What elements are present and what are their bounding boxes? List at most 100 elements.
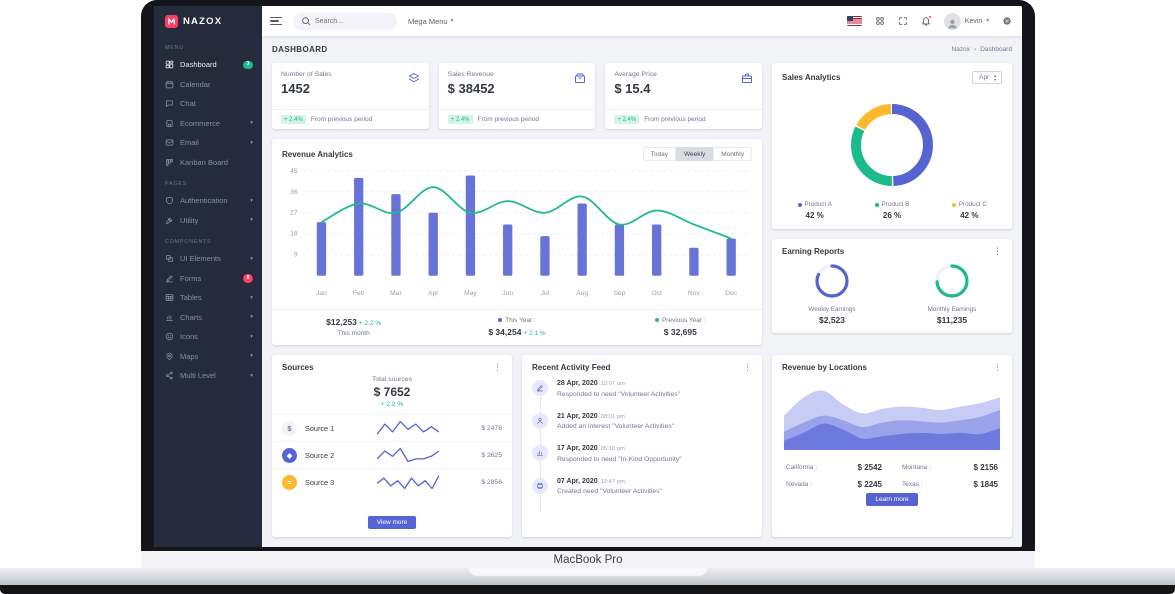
kebab-menu-icon[interactable]: ⋮: [993, 363, 1002, 372]
sidebar-item-label: Maps: [180, 352, 244, 361]
calendar-icon: [165, 80, 174, 89]
source-label: Source 2: [305, 451, 349, 460]
sidebar-item-label: Icons: [180, 332, 244, 341]
sidebar-item-email[interactable]: Email▾: [154, 133, 262, 153]
revenue-footer-stat: Previous Year :$ 32,695: [599, 317, 762, 337]
month-select[interactable]: Apr ▲▼: [972, 71, 1002, 84]
learn-more-button[interactable]: Learn more: [866, 493, 917, 506]
location-stat-montana-: Montana :$ 2156: [902, 463, 998, 472]
svg-text:18: 18: [290, 231, 298, 238]
source-3-icon: ≈: [282, 475, 297, 490]
mega-menu-label: Mega Menu: [408, 17, 448, 26]
sidebar-item-utility[interactable]: Utility▾: [154, 211, 262, 231]
view-more-button[interactable]: View more: [368, 516, 417, 529]
icons-icon: [165, 332, 174, 341]
mega-menu[interactable]: Mega Menu ▾: [408, 17, 453, 26]
laptop-base-edge: [0, 585, 1175, 594]
chevron-down-icon: ▾: [250, 217, 253, 223]
macbook-mockup: NAZOX MENUDashboard3Calendar Chat Ecommerc…: [141, 0, 1035, 568]
earning-label: Weekly Earnings: [772, 306, 892, 313]
sidebar-item-charts[interactable]: Charts▾: [154, 308, 262, 328]
device-label: MacBook Pro: [553, 554, 622, 566]
dashboard-content: Number of Sales1452+ 2.4%From previous p…: [262, 63, 1022, 547]
sidebar-item-dashboard[interactable]: Dashboard3: [154, 55, 262, 75]
location-stat-texas-: Texas :$ 1845: [902, 480, 998, 489]
legend-item-product-a: Product A42 %: [776, 201, 853, 220]
sidebar-item-label: Kanban Board: [180, 158, 253, 167]
svg-text:9: 9: [294, 252, 298, 259]
apps-grid-icon[interactable]: [875, 16, 885, 26]
nav-section-label: MENU: [154, 36, 262, 55]
gear-icon[interactable]: [1002, 16, 1012, 26]
sources-total-value: $ 7652: [272, 385, 512, 399]
language-flag-icon[interactable]: [847, 16, 862, 26]
sidebar-item-icons[interactable]: Icons▾: [154, 327, 262, 347]
sidebar-badge: 3: [243, 61, 253, 70]
menu-toggle-icon[interactable]: [270, 17, 282, 26]
range-button-monthly[interactable]: Monthly: [713, 147, 752, 161]
sales-legend: Product A42 %Product B26 %Product C42 %: [772, 201, 1012, 229]
sidebar-item-ui-elements[interactable]: UI Elements▾: [154, 249, 262, 269]
chevron-down-icon: ▾: [250, 198, 253, 204]
source-row-source-2[interactable]: ◆Source 2$ 2625: [272, 441, 512, 468]
sidebar-item-label: Charts: [180, 313, 244, 322]
location-stat-california-: California :$ 2542: [786, 463, 882, 472]
svg-text:Mar: Mar: [390, 290, 402, 297]
kebab-menu-icon[interactable]: ⋮: [743, 363, 752, 372]
revenue-series-label: Previous Year :: [599, 317, 762, 324]
sidebar-item-chat[interactable]: Chat: [154, 94, 262, 114]
sidebar-item-calendar[interactable]: Calendar: [154, 75, 262, 95]
revenue-analytics-card: Revenue Analytics TodayWeeklyMonthly 918…: [272, 139, 762, 345]
svg-text:27: 27: [290, 210, 298, 217]
ecommerce-icon: [165, 119, 174, 128]
source-row-source-1[interactable]: $Source 1$ 2478: [272, 414, 512, 441]
select-arrows-icon: ▲▼: [993, 74, 997, 82]
earning-value: $11,235: [892, 315, 1012, 325]
user-menu[interactable]: Kevin ▾: [944, 13, 989, 30]
stat-card-value: $ 15.4: [614, 81, 657, 96]
location-stat-nevada-: Nevada :$ 2245: [786, 480, 882, 489]
svg-text:45: 45: [290, 168, 298, 175]
stat-note: From previous period: [644, 116, 705, 123]
breadcrumb-app[interactable]: Nazox: [952, 46, 970, 53]
brand[interactable]: NAZOX: [154, 6, 262, 36]
sidebar-item-multi-level[interactable]: Multi Level▾: [154, 366, 262, 386]
stat-card-title: Number of Sales: [281, 71, 332, 78]
sidebar-item-authentication[interactable]: Authentication▾: [154, 191, 262, 211]
dashboard-screen: NAZOX MENUDashboard3Calendar Chat Ecommerc…: [154, 6, 1022, 547]
revenue-analytics-chart: 918273645JanFebMarAprMayJunJulAugSepOctN…: [272, 165, 762, 309]
svg-text:36: 36: [290, 189, 298, 196]
kebab-menu-icon[interactable]: ⋮: [993, 247, 1002, 256]
sidebar-item-ecommerce[interactable]: Ecommerce▾: [154, 114, 262, 134]
sidebar-item-kanban-board[interactable]: Kanban Board: [154, 153, 262, 173]
month-select-value: Apr: [979, 74, 989, 81]
legend-item-product-b: Product B26 %: [853, 201, 930, 220]
sidebar-item-forms[interactable]: Forms8: [154, 269, 262, 289]
bell-icon[interactable]: [921, 16, 931, 26]
range-button-today[interactable]: Today: [643, 147, 676, 161]
topbar: Mega Menu ▾ Kevin ▾: [262, 6, 1022, 36]
fullscreen-icon[interactable]: [898, 16, 908, 26]
sidebar-item-label: UI Elements: [180, 254, 244, 263]
laptop-base: [0, 568, 1175, 585]
stat-delta-badge: + 2.4%: [448, 115, 473, 124]
sales-donut-chart: [772, 88, 1012, 201]
sidebar-item-maps[interactable]: Maps▾: [154, 347, 262, 367]
svg-text:Oct: Oct: [651, 290, 662, 297]
svg-text:May: May: [464, 290, 477, 297]
range-button-weekly[interactable]: Weekly: [676, 147, 713, 161]
sources-title: Sources: [282, 363, 314, 372]
stat-delta-badge: + 2.4%: [281, 115, 306, 124]
svg-text:Apr: Apr: [428, 290, 439, 297]
svg-text:Jun: Jun: [502, 290, 513, 297]
sidebar-item-tables[interactable]: Tables▾: [154, 288, 262, 308]
activity-text: Responded to need "In-Kind Opportunity": [557, 456, 752, 463]
svg-text:Jul: Jul: [541, 290, 550, 297]
search-input[interactable]: [315, 18, 389, 25]
stat-cards-row: Number of Sales1452+ 2.4%From previous p…: [272, 63, 762, 129]
kebab-menu-icon[interactable]: ⋮: [493, 363, 502, 372]
source-label: Source 1: [305, 424, 349, 433]
activity-date: 21 Apr, 202008:01 pm: [557, 413, 752, 420]
sidebar-item-label: Chat: [180, 99, 253, 108]
source-row-source-3[interactable]: ≈Source 3$ 2856: [272, 468, 512, 495]
